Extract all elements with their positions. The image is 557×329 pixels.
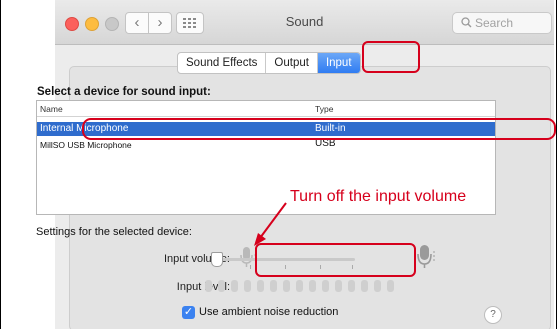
column-header-type[interactable]: Type <box>315 104 333 114</box>
annotation-text: Turn off the input volume <box>290 188 467 205</box>
left-frame-border <box>0 0 1 329</box>
table-header: Name Type <box>37 101 495 117</box>
level-segment <box>231 280 238 292</box>
level-segment <box>296 280 303 292</box>
title-bar: ‹ › Sound Search <box>55 0 554 45</box>
tab-input[interactable]: Input <box>317 53 360 73</box>
level-segment <box>244 280 251 292</box>
level-segment <box>257 280 264 292</box>
slider-tick <box>250 265 251 269</box>
tab-bar: Sound Effects Output Input <box>177 52 361 74</box>
highlight-input-tab <box>362 41 420 73</box>
search-field[interactable]: Search <box>452 12 552 34</box>
highlight-internal-microphone <box>82 118 556 140</box>
level-segment <box>283 280 290 292</box>
level-segment <box>361 280 368 292</box>
search-placeholder: Search <box>475 16 514 30</box>
annotation-arrow-icon <box>254 202 287 246</box>
level-segment <box>205 280 212 292</box>
search-icon <box>461 17 472 28</box>
help-icon[interactable]: ? <box>484 306 502 324</box>
level-segment <box>218 280 225 292</box>
level-segment <box>387 280 394 292</box>
settings-heading: Settings for the selected device: <box>36 226 192 238</box>
input-level-meter <box>205 280 394 292</box>
input-volume-slider[interactable] <box>211 252 223 267</box>
tab-sound-effects[interactable]: Sound Effects <box>178 53 267 73</box>
device-list-heading: Select a device for sound input: <box>37 86 211 98</box>
ambient-noise-label: Use ambient noise reduction <box>199 306 339 318</box>
table-row[interactable]: MillSO USB Microphone USB <box>37 138 495 153</box>
highlight-volume-slider <box>255 243 416 277</box>
device-name: MillSO USB Microphone <box>40 140 132 150</box>
level-segment <box>270 280 277 292</box>
level-segment <box>335 280 342 292</box>
column-header-name[interactable]: Name <box>40 104 63 114</box>
microphone-high-icon <box>417 245 435 268</box>
tab-output[interactable]: Output <box>266 53 318 73</box>
level-segment <box>309 280 316 292</box>
level-segment <box>348 280 355 292</box>
level-segment <box>322 280 329 292</box>
level-segment <box>374 280 381 292</box>
ambient-noise-checkbox[interactable]: ✓ <box>182 306 195 319</box>
